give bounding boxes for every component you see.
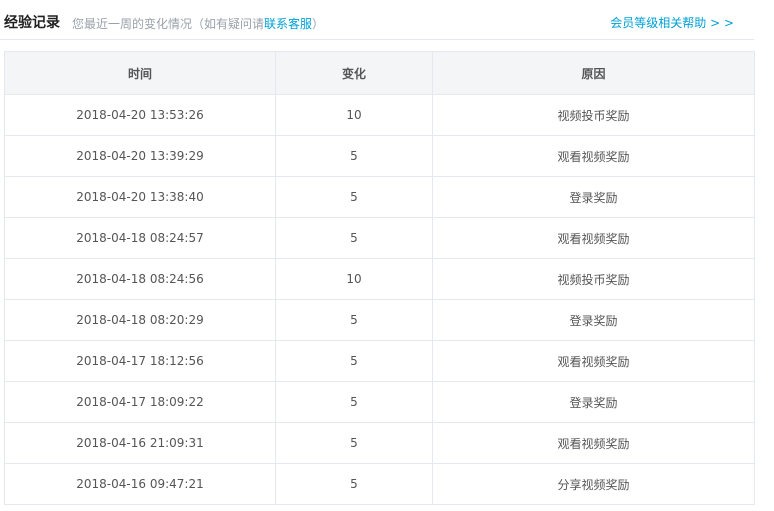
cell-reason: 视频投币奖励 (432, 94, 755, 136)
cell-change: 5 (275, 299, 433, 341)
table-row: 2018-04-16 09:47:21 5 分享视频奖励 (4, 463, 755, 505)
table-row: 2018-04-18 08:24:57 5 观看视频奖励 (4, 217, 755, 259)
column-header-time: 时间 (4, 51, 276, 95)
table-row: 2018-04-17 18:12:56 5 观看视频奖励 (4, 340, 755, 382)
cell-reason: 分享视频奖励 (432, 463, 755, 505)
column-header-change: 变化 (275, 51, 433, 95)
table-row: 2018-04-20 13:53:26 10 视频投币奖励 (4, 94, 755, 136)
cell-reason: 登录奖励 (432, 381, 755, 423)
experience-record-table: 时间 变化 原因 2018-04-20 13:53:26 10 视频投币奖励 2… (4, 51, 755, 505)
cell-time: 2018-04-20 13:39:29 (4, 135, 276, 177)
cell-reason: 观看视频奖励 (432, 135, 755, 177)
page-subtitle: 您最近一周的变化情况（如有疑问请联系客服） (72, 15, 324, 33)
cell-change: 5 (275, 422, 433, 464)
cell-reason: 登录奖励 (432, 299, 755, 341)
cell-time: 2018-04-18 08:24:56 (4, 258, 276, 300)
cell-time: 2018-04-20 13:53:26 (4, 94, 276, 136)
subtitle-suffix: ） (312, 17, 325, 31)
page-header: 经验记录 您最近一周的变化情况（如有疑问请联系客服） 会员等级相关帮助 > > (0, 0, 754, 40)
experience-record-table-container: 时间 变化 原因 2018-04-20 13:53:26 10 视频投币奖励 2… (4, 51, 755, 511)
cell-time: 2018-04-17 18:09:22 (4, 381, 276, 423)
cell-reason: 视频投币奖励 (432, 258, 755, 300)
subtitle-prefix: 您最近一周的变化情况（如有疑问请 (72, 17, 265, 31)
table-row: 2018-04-16 21:09:31 5 观看视频奖励 (4, 422, 755, 464)
cell-change: 5 (275, 463, 433, 505)
table-row: 2018-04-17 18:09:22 5 登录奖励 (4, 381, 755, 423)
table-row: 2018-04-18 08:20:29 5 登录奖励 (4, 299, 755, 341)
table-row: 2018-04-20 13:38:40 5 登录奖励 (4, 176, 755, 218)
cell-time: 2018-04-16 21:09:31 (4, 422, 276, 464)
cell-time: 2018-04-16 09:47:21 (4, 463, 276, 505)
cell-change: 10 (275, 258, 433, 300)
cell-change: 5 (275, 217, 433, 259)
cell-reason: 观看视频奖励 (432, 217, 755, 259)
cell-time: 2018-04-17 18:12:56 (4, 340, 276, 382)
table-row: 2018-04-20 13:39:29 5 观看视频奖励 (4, 135, 755, 177)
table-header-row: 时间 变化 原因 (4, 51, 755, 95)
cell-time: 2018-04-18 08:20:29 (4, 299, 276, 341)
table-row: 2018-04-18 08:24:56 10 视频投币奖励 (4, 258, 755, 300)
cell-change: 5 (275, 135, 433, 177)
cell-reason: 观看视频奖励 (432, 422, 755, 464)
cell-change: 5 (275, 176, 433, 218)
cell-time: 2018-04-20 13:38:40 (4, 176, 276, 218)
cell-change: 5 (275, 340, 433, 382)
cell-change: 10 (275, 94, 433, 136)
contact-support-link[interactable]: 联系客服 (264, 17, 312, 31)
membership-level-help-link[interactable]: 会员等级相关帮助 > > (610, 14, 734, 32)
page-title: 经验记录 (4, 15, 60, 31)
cell-time: 2018-04-18 08:24:57 (4, 217, 276, 259)
column-header-reason: 原因 (432, 51, 755, 95)
cell-reason: 登录奖励 (432, 176, 755, 218)
cell-change: 5 (275, 381, 433, 423)
cell-reason: 观看视频奖励 (432, 340, 755, 382)
